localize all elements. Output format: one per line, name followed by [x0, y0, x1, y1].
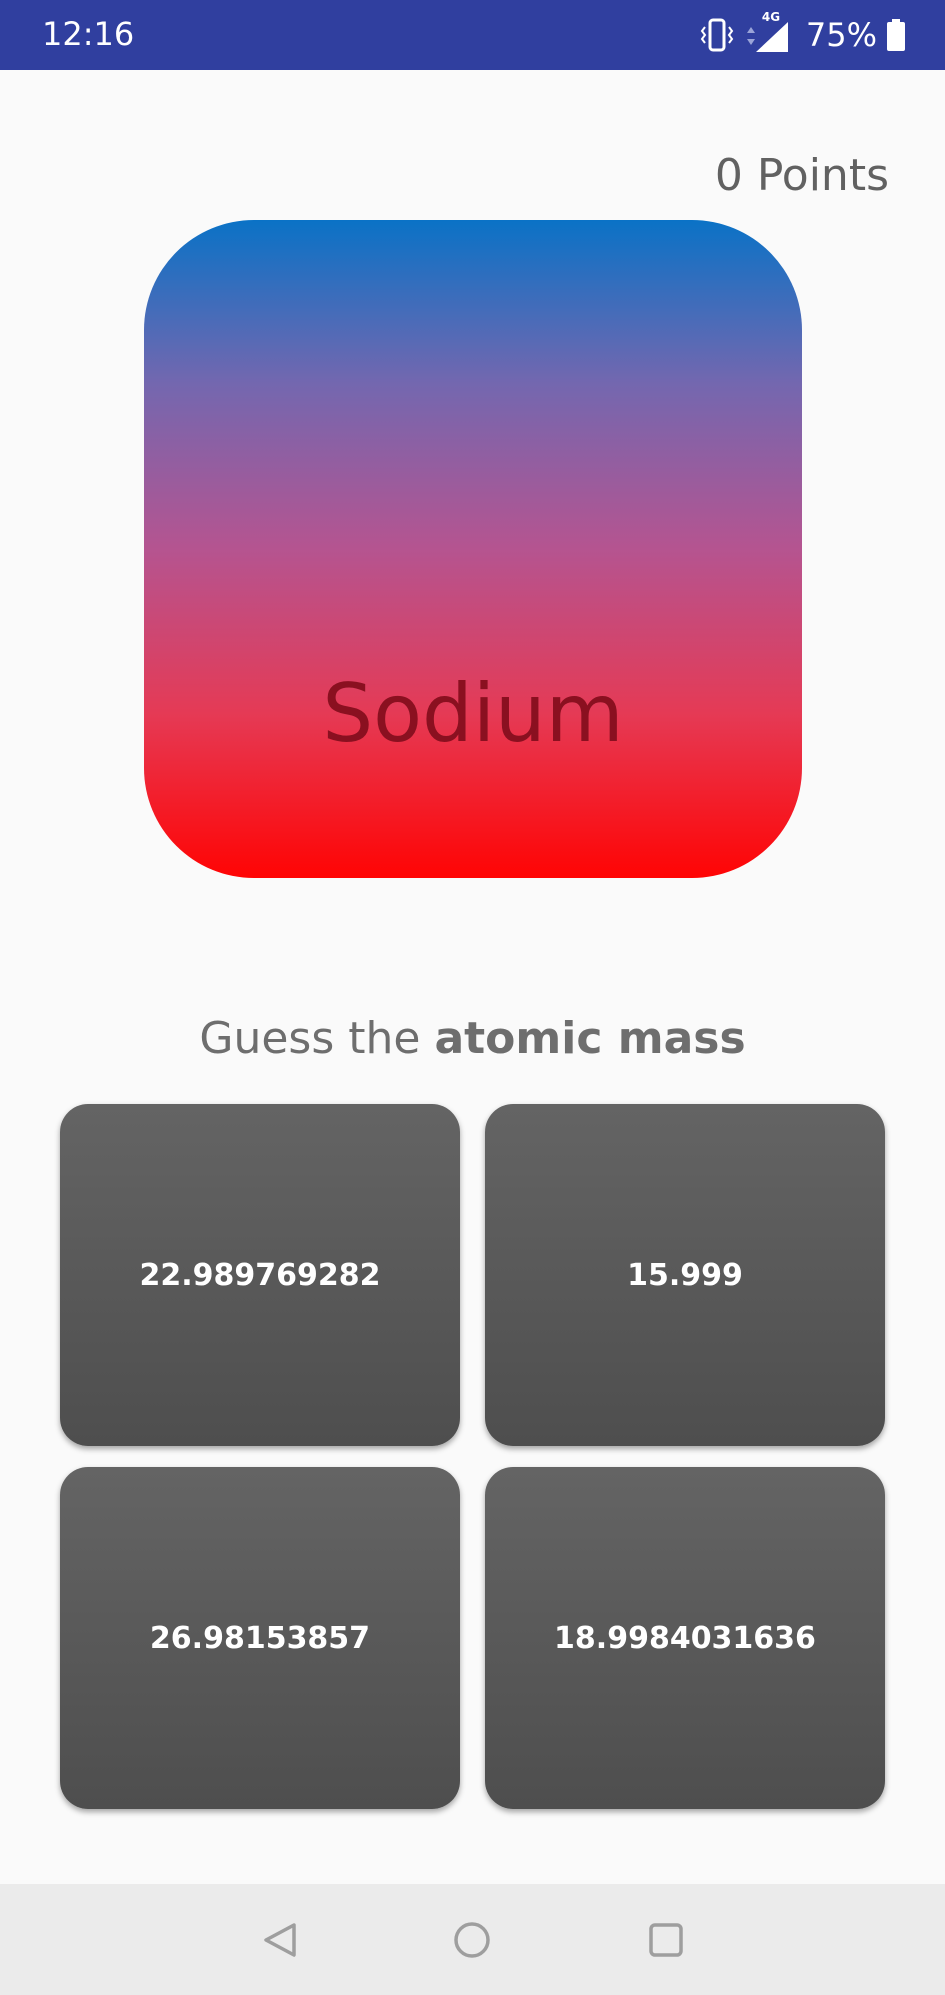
nav-back-button[interactable] — [248, 1908, 312, 1972]
question-prompt: Guess the atomic mass — [0, 1012, 945, 1066]
status-bar: 12:16 4G 75% — [0, 0, 945, 70]
vibrate-icon — [700, 18, 734, 52]
data-arrows-icon — [746, 27, 755, 45]
status-time: 12:16 — [42, 15, 135, 53]
element-card: Sodium — [144, 220, 802, 878]
signal-icon — [755, 22, 788, 52]
answer-button-1[interactable]: 22.989769282 — [60, 1104, 460, 1446]
answer-button-4[interactable]: 18.9984031636 — [485, 1467, 885, 1809]
element-name: Sodium — [322, 667, 624, 760]
back-icon — [264, 1923, 296, 1957]
answer-label: 18.9984031636 — [554, 1620, 816, 1656]
answer-label: 22.989769282 — [139, 1257, 381, 1293]
prompt-prefix: Guess the — [199, 1013, 435, 1064]
points-counter: 0 Points — [714, 150, 889, 201]
navigation-bar — [0, 1884, 945, 1995]
prompt-property: atomic mass — [434, 1013, 746, 1064]
answer-button-3[interactable]: 26.98153857 — [60, 1467, 460, 1809]
recents-icon — [649, 1923, 683, 1957]
answer-label: 15.999 — [627, 1257, 743, 1293]
nav-recents-button[interactable] — [634, 1908, 698, 1972]
home-icon — [454, 1922, 490, 1958]
status-icons: 4G 75% — [700, 10, 905, 56]
battery-percent: 75% — [805, 16, 877, 54]
battery-icon — [887, 19, 905, 51]
answer-button-2[interactable]: 15.999 — [485, 1104, 885, 1446]
answer-label: 26.98153857 — [149, 1620, 371, 1656]
network-indicator: 4G — [746, 10, 790, 52]
nav-home-button[interactable] — [440, 1908, 504, 1972]
